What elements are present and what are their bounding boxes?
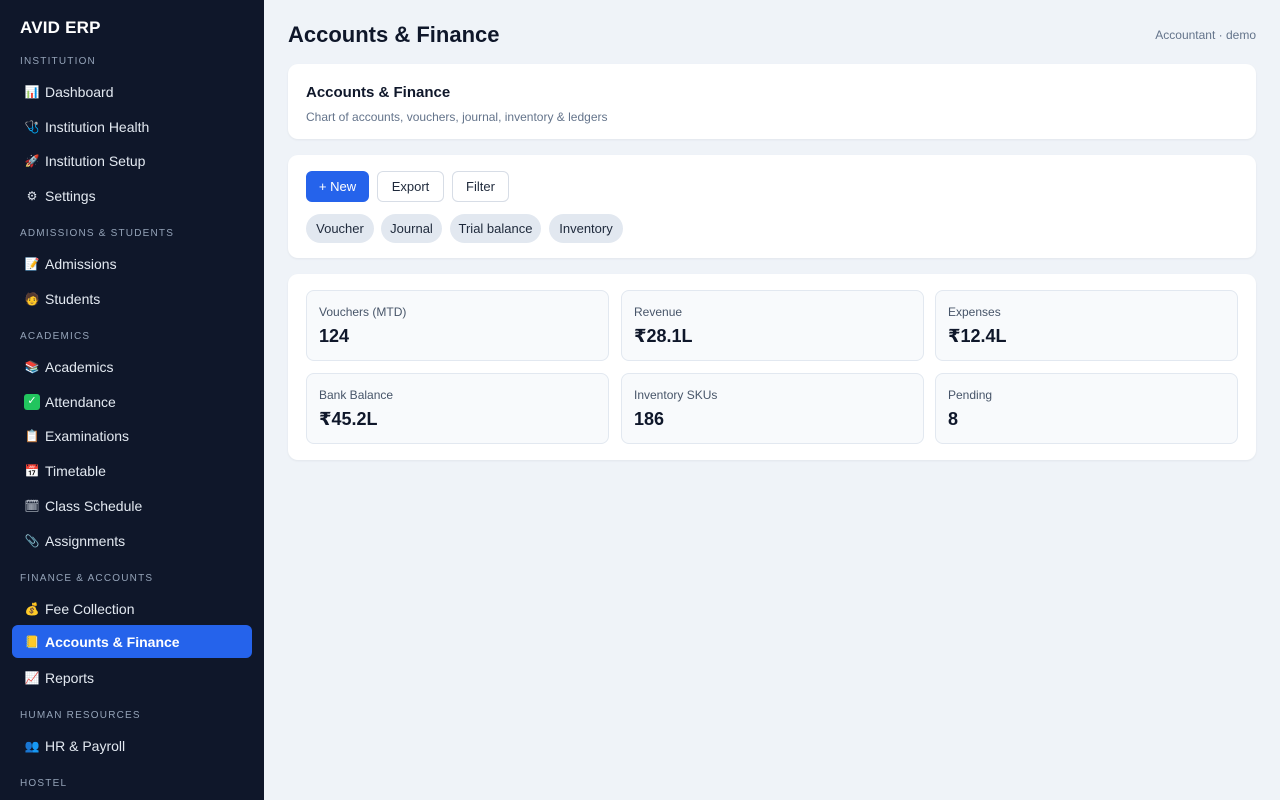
stat-label: Revenue [634, 305, 683, 319]
sidebar-item-label: Institution Health [45, 118, 150, 135]
section-institution: INSTITUTION [20, 56, 96, 67]
toolbar-card: + New Export Filter Voucher Journal Tria… [288, 155, 1256, 258]
export-button[interactable]: Export [377, 171, 444, 202]
spiral-calendar-icon: 🗓 [24, 498, 40, 513]
stat-label: Inventory SKUs [634, 388, 718, 402]
ledger-icon: 📒 [24, 634, 40, 649]
intro-title: Accounts & Finance [306, 84, 451, 101]
chip-voucher[interactable]: Voucher [306, 214, 374, 243]
gear-icon: ⚙ [26, 188, 38, 203]
page-title: Accounts & Finance [288, 22, 500, 47]
sidebar-item-settings[interactable]: ⚙ Settings [12, 179, 252, 212]
chip-trial-balance[interactable]: Trial balance [450, 214, 541, 243]
section-finance-accounts: FINANCE & ACCOUNTS [20, 573, 154, 584]
sidebar-item-label: Admissions [45, 255, 117, 272]
people-icon: 👥 [24, 738, 40, 753]
sidebar-item-label: Class Schedule [45, 497, 143, 514]
check-icon: ✓ [24, 393, 40, 410]
section-hostel: HOSTEL [20, 778, 68, 789]
user-info: Accountant · demo [1155, 28, 1256, 42]
sidebar-item-label: Institution Setup [45, 152, 146, 169]
stat-value: ₹28.1L [634, 326, 693, 346]
sidebar-item-institution-setup[interactable]: 🚀 Institution Setup [12, 144, 252, 177]
intro-card: Accounts & Finance Chart of accounts, vo… [288, 64, 1256, 139]
sidebar-item-fee-collection[interactable]: 💰 Fee Collection [12, 592, 252, 625]
books-icon: 📚 [24, 359, 40, 374]
sidebar-item-dashboard[interactable]: 📊 Dashboard [12, 75, 252, 108]
intro-subtitle: Chart of accounts, vouchers, journal, in… [306, 110, 608, 124]
stat-label: Bank Balance [319, 388, 394, 402]
sidebar-item-label: Reports [45, 669, 95, 686]
sidebar-item-reports[interactable]: 📈 Reports [12, 661, 252, 694]
stat-value: 186 [634, 409, 665, 429]
section-academics: ACADEMICS [20, 331, 91, 342]
sidebar-item-assignments[interactable]: 📎 Assignments [12, 524, 252, 557]
sidebar-item-institution-health[interactable]: 🩺 Institution Health [12, 110, 252, 143]
sidebar-item-academics[interactable]: 📚 Academics [12, 350, 252, 383]
stat-inventory-skus: Inventory SKUs 186 [621, 373, 924, 444]
paperclip-icon: 📎 [24, 533, 40, 548]
stat-value: ₹45.2L [319, 409, 378, 429]
stat-value: ₹12.4L [948, 326, 1007, 346]
brand-logo: AVID ERP [20, 18, 101, 37]
sidebar-item-label: Attendance [45, 393, 116, 410]
stat-bank-balance: Bank Balance ₹45.2L [306, 373, 609, 444]
stat-label: Vouchers (MTD) [319, 305, 407, 319]
sidebar-item-examinations[interactable]: 📋 Examinations [12, 419, 252, 452]
rocket-icon: 🚀 [24, 153, 40, 168]
sidebar-item-admissions[interactable]: 📝 Admissions [12, 247, 252, 280]
stats-card: Vouchers (MTD) 124 Revenue ₹28.1L Expens… [288, 274, 1256, 460]
stat-label: Pending [948, 388, 993, 402]
sidebar-item-label: Students [45, 290, 101, 307]
sidebar-item-label: Settings [45, 187, 96, 204]
chip-journal[interactable]: Journal [381, 214, 442, 243]
sidebar-item-timetable[interactable]: 📅 Timetable [12, 454, 252, 487]
sidebar-item-accounts-finance[interactable]: 📒 Accounts & Finance [12, 625, 252, 658]
sidebar-item-label: Academics [45, 358, 114, 375]
stat-label: Expenses [948, 305, 1001, 319]
new-button[interactable]: + New [306, 171, 369, 202]
sidebar-item-attendance[interactable]: ✓ Attendance [12, 385, 252, 418]
sidebar-item-label: Dashboard [45, 83, 114, 100]
sidebar-item-class-schedule[interactable]: 🗓 Class Schedule [12, 489, 252, 522]
sidebar-item-label: HR & Payroll [45, 737, 126, 754]
sidebar: AVID ERP INSTITUTION 📊 Dashboard 🩺 Insti… [0, 0, 264, 800]
memo-icon: 📝 [24, 256, 40, 271]
stat-vouchers: Vouchers (MTD) 124 [306, 290, 609, 361]
sidebar-item-students[interactable]: 🧑 Students [12, 282, 252, 315]
sidebar-item-label: Examinations [45, 427, 130, 444]
section-admissions-students: ADMISSIONS & STUDENTS [20, 228, 175, 239]
section-human-resources: HUMAN RESOURCES [20, 710, 141, 721]
chart-up-icon: 📈 [24, 670, 40, 685]
bar-chart-icon: 📊 [24, 84, 40, 99]
filter-button[interactable]: Filter [452, 171, 509, 202]
stethoscope-icon: 🩺 [24, 119, 40, 134]
stat-value: 124 [319, 326, 350, 346]
clipboard-icon: 📋 [24, 428, 40, 443]
sidebar-item-label: Assignments [45, 532, 126, 549]
sidebar-item-label: Accounts & Finance [45, 633, 180, 650]
calendar-icon: 📅 [24, 463, 40, 478]
student-icon: 🧑 [24, 291, 40, 306]
stat-expenses: Expenses ₹12.4L [935, 290, 1238, 361]
stat-revenue: Revenue ₹28.1L [621, 290, 924, 361]
chip-inventory[interactable]: Inventory [549, 214, 623, 243]
money-bag-icon: 💰 [24, 601, 40, 616]
sidebar-item-hr-payroll[interactable]: 👥 HR & Payroll [12, 729, 252, 762]
stat-value: 8 [948, 409, 959, 429]
sidebar-item-label: Fee Collection [45, 600, 135, 617]
sidebar-item-label: Timetable [45, 462, 106, 479]
stat-pending: Pending 8 [935, 373, 1238, 444]
